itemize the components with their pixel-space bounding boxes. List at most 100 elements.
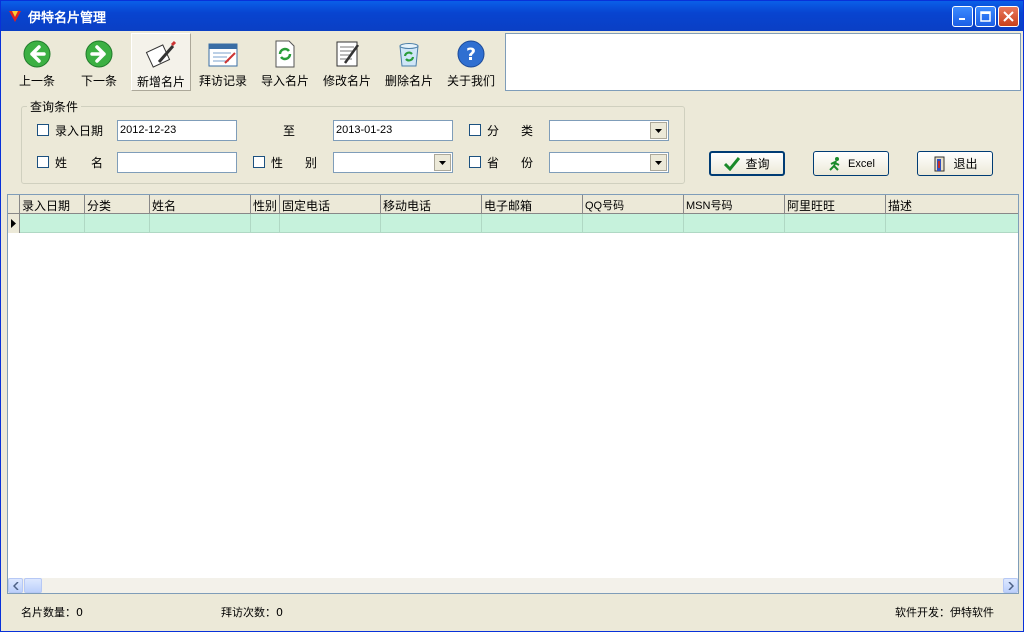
scrollbar-thumb[interactable] <box>24 578 42 593</box>
recycle-bin-icon <box>399 43 419 67</box>
minimize-button[interactable] <box>952 6 973 27</box>
column-header-category[interactable]: 分类 <box>85 195 150 214</box>
table-cell[interactable] <box>684 214 785 233</box>
column-header-name[interactable]: 姓名 <box>150 195 251 214</box>
category-checkbox[interactable] <box>469 124 481 136</box>
gender-label-part2: 别 <box>305 156 318 170</box>
dropdown-arrow-icon[interactable] <box>434 154 451 171</box>
table-cell[interactable] <box>85 214 150 233</box>
province-label-part2: 份 <box>521 156 534 170</box>
table-cell[interactable] <box>482 214 583 233</box>
column-header-landline[interactable]: 固定电话 <box>280 195 381 214</box>
edit-icon <box>336 41 360 67</box>
import-cards-label: 导入名片 <box>260 74 309 88</box>
exit-button[interactable]: 退出 <box>917 151 993 176</box>
visit-log-icon <box>208 43 238 67</box>
visit-count-status: 拜访次数：0 <box>221 606 283 619</box>
arrow-left-icon <box>23 40 51 68</box>
visit-log-label: 拜访记录 <box>198 74 247 88</box>
about-us-label: 关于我们 <box>446 74 495 88</box>
main-window: 伊特名片管理 上一条 下一条 新增名片 拜访记录 导入名片 修改名片 删除名片 … <box>0 0 1024 632</box>
next-record-label: 下一条 <box>80 74 117 88</box>
name-field[interactable] <box>117 152 237 173</box>
toolbar: 上一条 下一条 新增名片 拜访记录 导入名片 修改名片 删除名片 ? 关于我们 <box>5 33 505 91</box>
row-header-corner <box>8 195 20 214</box>
column-header-email[interactable]: 电子邮箱 <box>482 195 583 214</box>
current-row-pointer-icon <box>11 219 16 228</box>
date-from-field[interactable]: 2012-12-23 <box>117 120 237 141</box>
visit-log-button[interactable]: 拜访记录 <box>193 33 253 91</box>
table-cell[interactable] <box>785 214 886 233</box>
edit-card-button[interactable]: 修改名片 <box>317 33 377 91</box>
gender-label-part1: 性 <box>271 156 284 170</box>
delete-card-label: 删除名片 <box>384 74 433 88</box>
about-us-button[interactable]: ? 关于我们 <box>441 33 501 91</box>
column-header-qq[interactable]: QQ号码 <box>583 195 684 214</box>
new-card-label: 新增名片 <box>136 75 185 89</box>
name-label-part1: 姓 <box>55 156 68 170</box>
exit-button-label: 退出 <box>953 157 978 171</box>
gender-select[interactable] <box>333 152 453 173</box>
search-button-label: 查询 <box>745 157 770 171</box>
close-button[interactable] <box>998 6 1019 27</box>
category-select[interactable] <box>549 120 669 141</box>
entry-date-label: 录入日期 <box>55 124 104 138</box>
dropdown-arrow-icon[interactable] <box>650 122 667 139</box>
query-conditions-legend: 查询条件 <box>27 98 82 115</box>
edit-card-label: 修改名片 <box>322 74 371 88</box>
column-header-aliwangwang[interactable]: 阿里旺旺 <box>785 195 886 214</box>
close-icon <box>1003 11 1014 22</box>
new-card-button[interactable]: 新增名片 <box>131 33 191 91</box>
title-bar[interactable]: 伊特名片管理 <box>1 1 1023 31</box>
prev-record-label: 上一条 <box>18 74 55 88</box>
chevron-right-icon <box>1007 581 1014 590</box>
prev-record-button[interactable]: 上一条 <box>7 33 67 91</box>
help-icon: ? <box>457 40 485 68</box>
horizontal-scrollbar[interactable] <box>8 578 1018 593</box>
maximize-icon <box>980 11 991 22</box>
gender-checkbox[interactable] <box>253 156 265 168</box>
running-man-icon <box>829 156 840 171</box>
excel-button-label: Excel <box>848 157 875 170</box>
svg-text:?: ? <box>466 45 476 65</box>
maximize-button[interactable] <box>975 6 996 27</box>
name-checkbox[interactable] <box>37 156 49 168</box>
developer-credit: 软件开发：伊特软件 <box>895 606 994 619</box>
table-cell[interactable] <box>583 214 684 233</box>
column-header-msn[interactable]: MSN号码 <box>684 195 785 214</box>
entry-date-checkbox[interactable] <box>37 124 49 136</box>
delete-card-button[interactable]: 删除名片 <box>379 33 439 91</box>
window-title: 伊特名片管理 <box>28 10 107 26</box>
scroll-left-button[interactable] <box>8 578 23 593</box>
table-row[interactable] <box>8 214 1018 233</box>
date-to-label: 至 <box>283 124 296 138</box>
search-button[interactable]: 查询 <box>709 151 785 176</box>
scroll-right-button[interactable] <box>1003 578 1018 593</box>
next-record-button[interactable]: 下一条 <box>69 33 129 91</box>
dropdown-arrow-icon[interactable] <box>650 154 667 171</box>
table-header: 录入日期 分类 姓名 性别 固定电话 移动电话 电子邮箱 QQ号码 MSN号码 … <box>8 195 1018 214</box>
date-to-field[interactable]: 2013-01-23 <box>333 120 453 141</box>
province-select[interactable] <box>549 152 669 173</box>
province-checkbox[interactable] <box>469 156 481 168</box>
column-header-mobile[interactable]: 移动电话 <box>381 195 482 214</box>
excel-export-button[interactable]: Excel <box>813 151 889 176</box>
column-header-entry-date[interactable]: 录入日期 <box>20 195 85 214</box>
table-cell[interactable] <box>251 214 280 233</box>
cards-table[interactable]: 录入日期 分类 姓名 性别 固定电话 移动电话 电子邮箱 QQ号码 MSN号码 … <box>7 194 1019 594</box>
minimize-icon <box>959 18 965 20</box>
table-cell[interactable] <box>150 214 251 233</box>
name-label-part2: 名 <box>91 156 104 170</box>
table-cell[interactable] <box>381 214 482 233</box>
chevron-left-icon <box>12 581 19 590</box>
import-icon <box>275 40 295 68</box>
column-header-description[interactable]: 描述 <box>886 195 1018 214</box>
import-cards-button[interactable]: 导入名片 <box>255 33 315 91</box>
card-count-status: 名片数量：0 <box>21 606 83 619</box>
column-header-gender[interactable]: 性别 <box>251 195 280 214</box>
info-panel <box>505 33 1021 91</box>
table-cell[interactable] <box>20 214 85 233</box>
table-cell[interactable] <box>280 214 381 233</box>
checkmark-icon <box>724 156 741 171</box>
row-selector[interactable] <box>8 214 20 233</box>
